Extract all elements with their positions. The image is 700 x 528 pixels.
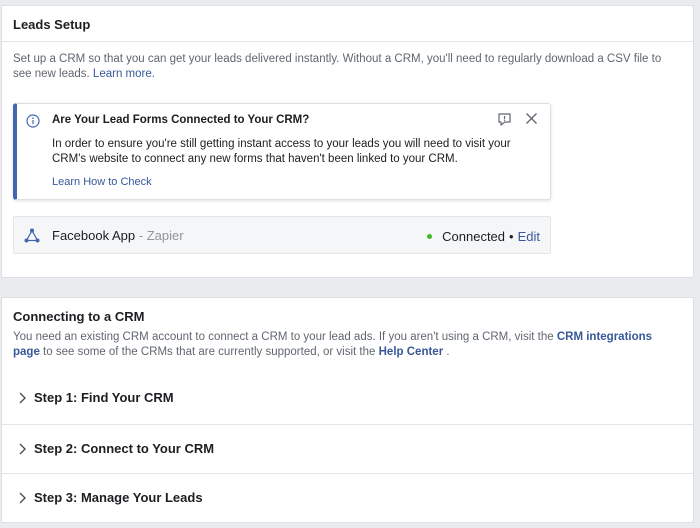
step-1-find-crm[interactable]: Step 1: Find Your CRM xyxy=(2,374,693,423)
step-2-connect-crm[interactable]: Step 2: Connect to Your CRM xyxy=(2,424,693,473)
app-name-text: Facebook App xyxy=(52,228,136,243)
connecting-crm-title: Connecting to a CRM xyxy=(13,309,145,324)
step-label: Step 3: Manage Your Leads xyxy=(34,490,203,505)
edit-link[interactable]: Edit xyxy=(518,229,540,244)
learn-how-to-check-link[interactable]: Learn How to Check xyxy=(52,176,152,188)
status-dot xyxy=(427,234,433,240)
close-icon[interactable] xyxy=(525,112,538,125)
chevron-right-icon xyxy=(19,392,26,404)
crm-notice-banner: Are Your Lead Forms Connected to Your CR… xyxy=(13,103,551,200)
leads-setup-title: Leads Setup xyxy=(2,6,693,42)
leads-setup-card: Leads Setup Set up a CRM so that you can… xyxy=(1,5,694,278)
status-text: Connected xyxy=(442,229,506,244)
connected-app-row: Facebook App - Zapier Connected • Edit xyxy=(13,216,551,254)
feedback-flag-icon[interactable] xyxy=(497,112,512,127)
status-separator: • xyxy=(509,229,514,244)
leads-setup-description: Set up a CRM so that you can get your le… xyxy=(2,42,693,82)
connection-status: Connected • Edit xyxy=(427,229,540,244)
learn-more-link[interactable]: Learn more. xyxy=(93,68,155,80)
crm-desc-part2: to see some of the CRMs that are current… xyxy=(43,346,376,358)
step-3-manage-leads[interactable]: Step 3: Manage Your Leads xyxy=(2,473,693,522)
connecting-crm-card: Connecting to a CRM You need an existing… xyxy=(1,297,694,523)
step-label: Step 2: Connect to Your CRM xyxy=(34,441,215,456)
zapier-app-icon xyxy=(24,228,40,243)
chevron-right-icon xyxy=(19,443,26,455)
crm-desc-part1: You need an existing CRM account to conn… xyxy=(13,331,554,343)
step-label: Step 1: Find Your CRM xyxy=(34,390,174,405)
notice-title: Are Your Lead Forms Connected to Your CR… xyxy=(52,114,310,126)
crm-desc-end: . xyxy=(446,346,450,358)
app-provider: - Zapier xyxy=(138,228,184,243)
notice-body: In order to ensure you're still getting … xyxy=(52,138,511,165)
info-circle-icon xyxy=(26,114,40,128)
chevron-right-icon xyxy=(19,492,26,504)
app-name: Facebook App - Zapier xyxy=(52,228,184,243)
connecting-crm-description: You need an existing CRM account to conn… xyxy=(2,328,693,360)
help-center-link[interactable]: Help Center xyxy=(379,346,444,358)
